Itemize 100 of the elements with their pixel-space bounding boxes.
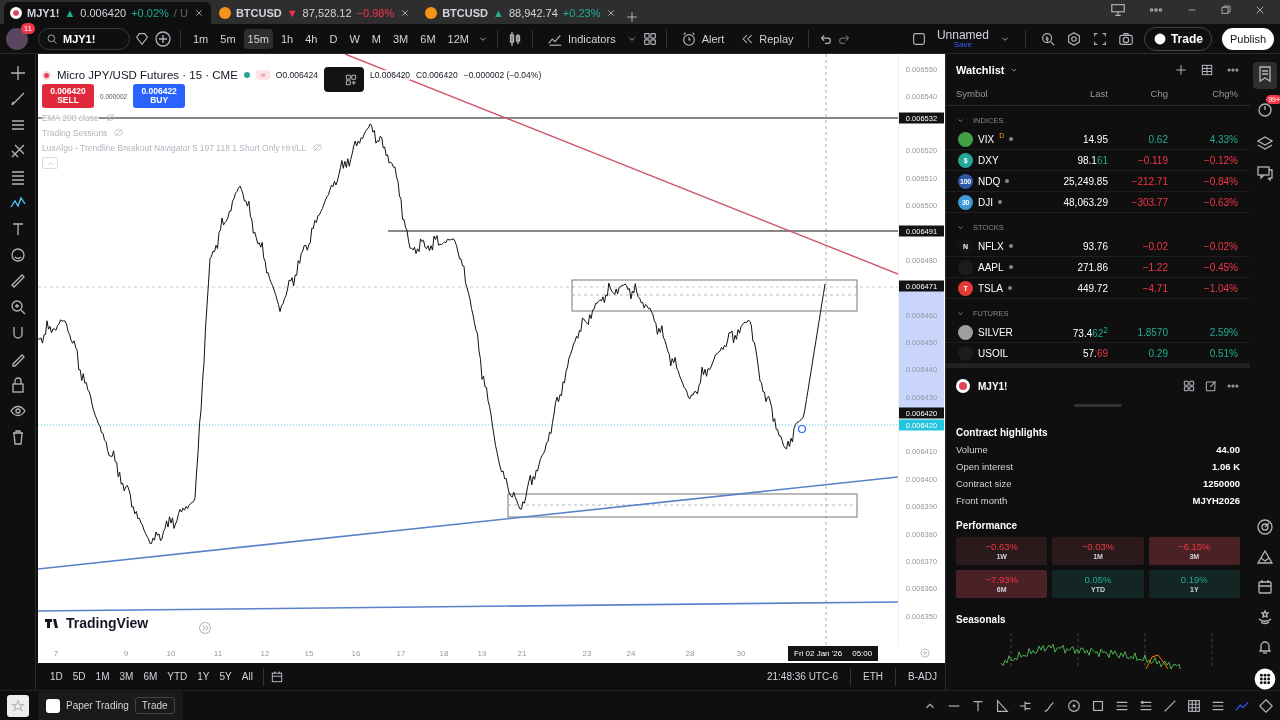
last-price: 57.69 (1081, 347, 1108, 359)
wave-badge-icon (255, 70, 270, 80)
point-handle[interactable] (797, 424, 807, 434)
layers-icon[interactable] (1256, 134, 1274, 152)
bell-icon[interactable] (1256, 638, 1274, 656)
drag-handle[interactable] (1074, 404, 1122, 407)
settings-icon[interactable] (1065, 30, 1082, 47)
chart-tab[interactable]: MJY1! ▲ 0.006420 +0.02% / U (4, 2, 211, 24)
table-icon[interactable] (1200, 63, 1214, 77)
chevron-down-icon[interactable] (956, 116, 965, 125)
watchlist-row[interactable]: AAPL 271.86 −1.22 −0.45% (946, 257, 1250, 278)
change-value: −303.77 (1130, 196, 1168, 208)
alert-button[interactable]: Alert (674, 27, 731, 50)
eye-off-icon[interactable] (104, 112, 116, 123)
watchlist-icon[interactable] (1256, 65, 1274, 83)
crosshair-icon[interactable] (8, 64, 27, 82)
range-button[interactable]: 5Y (215, 668, 236, 685)
range-button[interactable]: 1Y (193, 668, 214, 685)
pencil-line-icon[interactable] (8, 90, 27, 108)
layout-grid-icon[interactable] (641, 30, 658, 47)
calendar-range-icon[interactable] (269, 669, 284, 684)
mountain-icon[interactable] (1256, 548, 1274, 566)
interval-button[interactable]: 6M (416, 28, 440, 49)
restore-icon[interactable] (1220, 4, 1232, 16)
watchlist-row[interactable]: SILVER 73.462$^{2}$ 1.8570 2.59% (946, 322, 1250, 343)
chevron-down-icon[interactable] (956, 309, 965, 318)
column-header[interactable]: Last (1038, 88, 1108, 99)
indicator-label: Trading Sessions (42, 127, 108, 138)
target-icon[interactable] (1256, 518, 1274, 536)
watchlist-title[interactable]: Watchlist (956, 64, 1019, 76)
zoom-icon[interactable] (8, 298, 27, 316)
layout-name-button[interactable]: Unnamed Save (936, 28, 989, 49)
smiley-icon[interactable] (8, 246, 27, 264)
interval-button[interactable]: M (367, 28, 385, 49)
publish-button[interactable]: Publish (1221, 27, 1274, 50)
interval-button[interactable]: 5m (216, 28, 240, 49)
column-header[interactable]: Chg% (1168, 88, 1238, 99)
add-icon[interactable] (1174, 63, 1188, 77)
close-icon[interactable] (1254, 4, 1266, 16)
trade-button[interactable]: Trade (134, 697, 175, 714)
interval-button[interactable]: W (345, 28, 364, 49)
monitor-icon[interactable] (1110, 2, 1126, 18)
edit-icon[interactable] (1204, 379, 1218, 393)
watchlist-row[interactable]: USOIL 57.69 0.29 0.51% (946, 343, 1250, 364)
circle-icon[interactable] (1066, 697, 1082, 714)
session-button[interactable]: ETH (863, 671, 884, 682)
range-button[interactable]: 1D (46, 668, 67, 685)
buy-button[interactable]: 0.006422 BUY (133, 84, 186, 108)
add-circle-icon[interactable] (154, 29, 172, 48)
range-button[interactable]: 1M (91, 668, 114, 685)
range-button[interactable]: YTD (163, 668, 192, 685)
time-label: 18 (439, 649, 449, 658)
search-icon (46, 32, 58, 45)
interval-button[interactable]: 1m (189, 28, 213, 49)
symbol-name: SILVER (978, 326, 1013, 338)
calendar-icon[interactable] (1256, 578, 1274, 596)
replay-button[interactable]: Replay (734, 28, 800, 49)
interval-button[interactable]: 4h (301, 28, 322, 49)
column-header[interactable]: Chg (1108, 88, 1168, 99)
paper-trading-tab[interactable]: Paper Trading Trade (38, 691, 183, 720)
diamond-icon[interactable] (1258, 697, 1274, 714)
adjustment-button[interactable]: B-ADJ (908, 671, 937, 682)
magic-search-icon[interactable] (1039, 30, 1056, 47)
interval-button[interactable]: 3M (389, 28, 413, 49)
range-button[interactable]: All (237, 668, 257, 685)
sell-button[interactable]: 0.006420 SELL (42, 84, 94, 108)
diamond-icon[interactable] (134, 30, 150, 47)
range-button[interactable]: 5D (68, 668, 90, 685)
layout-grid-icon[interactable] (1182, 379, 1196, 393)
watermark-logo: TradingView (44, 614, 149, 632)
favorite-button[interactable] (7, 694, 29, 717)
camera-icon[interactable] (1117, 30, 1134, 47)
grid-icon[interactable] (1186, 697, 1202, 714)
change-percent: −0.45% (1202, 261, 1238, 273)
interval-button[interactable]: 15m (243, 28, 273, 49)
floating-widget[interactable] (323, 67, 364, 92)
symbol-search-field[interactable]: MJY1! (38, 27, 130, 50)
triangle-ruler-icon[interactable] (994, 697, 1010, 714)
chart-tab[interactable]: BTCUSD ▲ 88,942.74 +0.23% (419, 2, 624, 24)
column-header[interactable]: Symbol (956, 88, 1038, 99)
chevron-down-icon[interactable] (956, 223, 965, 232)
apps-icon[interactable] (1254, 668, 1276, 690)
broadcast-icon[interactable] (1256, 608, 1274, 626)
chart-tab[interactable]: BTCUSD ▼ 87,528.12 −0.98% (212, 2, 418, 24)
last-price: 14.95 (1081, 133, 1108, 145)
market-status-dot (243, 72, 250, 78)
indicators-button[interactable]: Indicators (540, 27, 622, 50)
fullscreen-icon[interactable] (1091, 30, 1108, 47)
range-button[interactable]: 3M (115, 668, 138, 685)
range-button[interactable]: 6M (139, 668, 162, 685)
symbol-logo-icon (42, 70, 51, 80)
crosshair-time-label: Fri 02 Jan '26 05:00 (788, 646, 879, 661)
clock-icon[interactable] (1256, 101, 1274, 119)
ohlc-value: L0.006420 (369, 70, 411, 80)
interval-button[interactable]: 1h (276, 28, 298, 49)
square-icon[interactable] (910, 30, 927, 47)
add-tab-icon[interactable] (625, 10, 640, 24)
interval-button[interactable]: D (325, 28, 342, 49)
chat-icon[interactable] (1256, 164, 1274, 182)
interval-button[interactable]: 12M (443, 28, 473, 49)
